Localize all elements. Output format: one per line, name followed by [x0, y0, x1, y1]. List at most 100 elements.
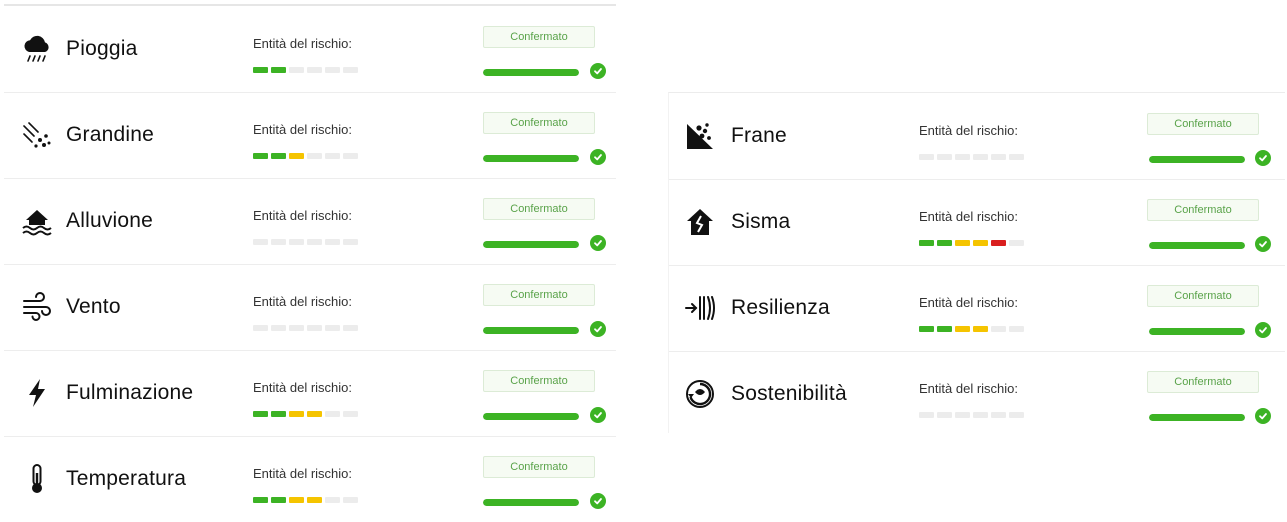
check-circle-icon	[1255, 408, 1271, 424]
risk-level-meter	[253, 239, 358, 245]
risk-name-frane: Frane	[731, 124, 787, 147]
confirmed-button[interactable]: Confermato	[483, 284, 595, 306]
confirmation-progress-fill	[483, 327, 579, 334]
confirmation-progress-bar	[1149, 328, 1245, 335]
risk-meter-segment	[271, 239, 286, 245]
risk-meter-segment	[271, 325, 286, 331]
risk-row-sisma: Sisma Entità del rischio: Confermato	[669, 179, 1285, 266]
risk-level-label: Entità del rischio:	[919, 123, 1018, 138]
risk-level-label: Entità del rischio:	[253, 294, 352, 309]
risk-meter-segment	[919, 240, 934, 246]
risk-level-meter	[253, 411, 358, 417]
risk-level-label: Entità del rischio:	[919, 295, 1018, 310]
check-circle-icon	[590, 63, 606, 79]
confirmed-button[interactable]: Confermato	[1147, 113, 1259, 135]
risk-name-alluvione: Alluvione	[66, 209, 154, 232]
thermometer-icon	[20, 462, 54, 496]
risk-meter-segment	[955, 412, 970, 418]
confirmation-progress-fill	[1149, 156, 1245, 163]
confirmation-progress-fill	[483, 69, 579, 76]
check-circle-icon	[590, 493, 606, 509]
risk-meter-segment	[991, 240, 1006, 246]
risk-meter-segment	[289, 239, 304, 245]
risk-meter-segment	[289, 497, 304, 503]
check-circle-icon	[590, 321, 606, 337]
confirmation-progress-fill	[1149, 328, 1245, 335]
risk-meter-segment	[253, 153, 268, 159]
confirmed-button[interactable]: Confermato	[483, 456, 595, 478]
check-circle-icon	[590, 235, 606, 251]
check-circle-icon	[590, 149, 606, 165]
resilience-icon	[683, 291, 717, 325]
confirmation-progress-fill	[1149, 414, 1245, 421]
risk-meter-segment	[343, 239, 358, 245]
risk-row-temperatura: Temperatura Entità del rischio: Confermato	[4, 436, 616, 522]
confirmed-button[interactable]: Confermato	[483, 198, 595, 220]
confirmed-button[interactable]: Confermato	[1147, 371, 1259, 393]
risk-meter-segment	[307, 67, 322, 73]
confirmation-progress-bar	[483, 69, 579, 76]
risk-level-meter	[919, 154, 1024, 160]
risk-level-label: Entità del rischio:	[919, 381, 1018, 396]
risk-meter-segment	[271, 67, 286, 73]
confirmed-button[interactable]: Confermato	[1147, 285, 1259, 307]
confirmation-progress-fill	[1149, 242, 1245, 249]
risk-meter-segment	[253, 411, 268, 417]
risk-meter-segment	[955, 326, 970, 332]
risk-level-meter	[253, 325, 358, 331]
risk-meter-segment	[343, 497, 358, 503]
risk-meter-segment	[253, 67, 268, 73]
flood-house-icon	[20, 204, 54, 238]
risk-row-fulminazione: Fulminazione Entità del rischio: Confermat…	[4, 350, 616, 437]
risk-name-vento: Vento	[66, 295, 121, 318]
confirmation-progress-fill	[483, 499, 579, 506]
risk-meter-segment	[289, 411, 304, 417]
risk-meter-segment	[937, 326, 952, 332]
risk-level-label: Entità del rischio:	[919, 209, 1018, 224]
risk-meter-segment	[325, 239, 340, 245]
landslide-icon	[683, 119, 717, 153]
confirmation-progress-bar	[1149, 242, 1245, 249]
risk-level-label: Entità del rischio:	[253, 466, 352, 481]
risk-meter-segment	[937, 412, 952, 418]
confirmed-button[interactable]: Confermato	[1147, 199, 1259, 221]
risk-meter-segment	[973, 154, 988, 160]
risk-meter-segment	[1009, 326, 1024, 332]
confirmation-progress-bar	[483, 327, 579, 334]
confirmation-progress-bar	[483, 413, 579, 420]
risk-meter-segment	[1009, 240, 1024, 246]
confirmed-button[interactable]: Confermato	[483, 112, 595, 134]
risk-row-alluvione: Alluvione Entità del rischio: Confermato	[4, 178, 616, 265]
hail-icon	[20, 118, 54, 152]
risk-row-frane: Frane Entità del rischio: Confermato	[669, 93, 1285, 180]
earthquake-house-icon	[683, 205, 717, 239]
wind-icon	[20, 290, 54, 324]
risk-meter-segment	[937, 154, 952, 160]
risk-row-pioggia: Pioggia Entità del rischio: Confermato	[4, 6, 616, 93]
risk-meter-segment	[343, 411, 358, 417]
risk-meter-segment	[991, 412, 1006, 418]
risk-name-fulminazione: Fulminazione	[66, 381, 194, 404]
risk-meter-segment	[307, 153, 322, 159]
risk-meter-segment	[955, 154, 970, 160]
risk-meter-segment	[973, 412, 988, 418]
risk-meter-segment	[343, 325, 358, 331]
risk-row-grandine: Grandine Entità del rischio: Confermato	[4, 92, 616, 179]
risk-meter-segment	[271, 497, 286, 503]
confirmed-button[interactable]: Confermato	[483, 26, 595, 48]
risk-meter-segment	[955, 240, 970, 246]
confirmation-progress-fill	[483, 241, 579, 248]
risk-panel-left: Pioggia Entità del rischio: Confermato Gran…	[4, 4, 616, 522]
risk-level-label: Entità del rischio:	[253, 208, 352, 223]
confirmation-progress-bar	[483, 499, 579, 506]
confirmed-button[interactable]: Confermato	[483, 370, 595, 392]
confirmation-progress-bar	[1149, 156, 1245, 163]
risk-meter-segment	[919, 326, 934, 332]
risk-level-meter	[253, 497, 358, 503]
risk-meter-segment	[991, 326, 1006, 332]
risk-meter-segment	[307, 411, 322, 417]
confirmation-progress-fill	[483, 413, 579, 420]
risk-meter-segment	[307, 497, 322, 503]
risk-meter-segment	[973, 240, 988, 246]
risk-meter-segment	[1009, 154, 1024, 160]
